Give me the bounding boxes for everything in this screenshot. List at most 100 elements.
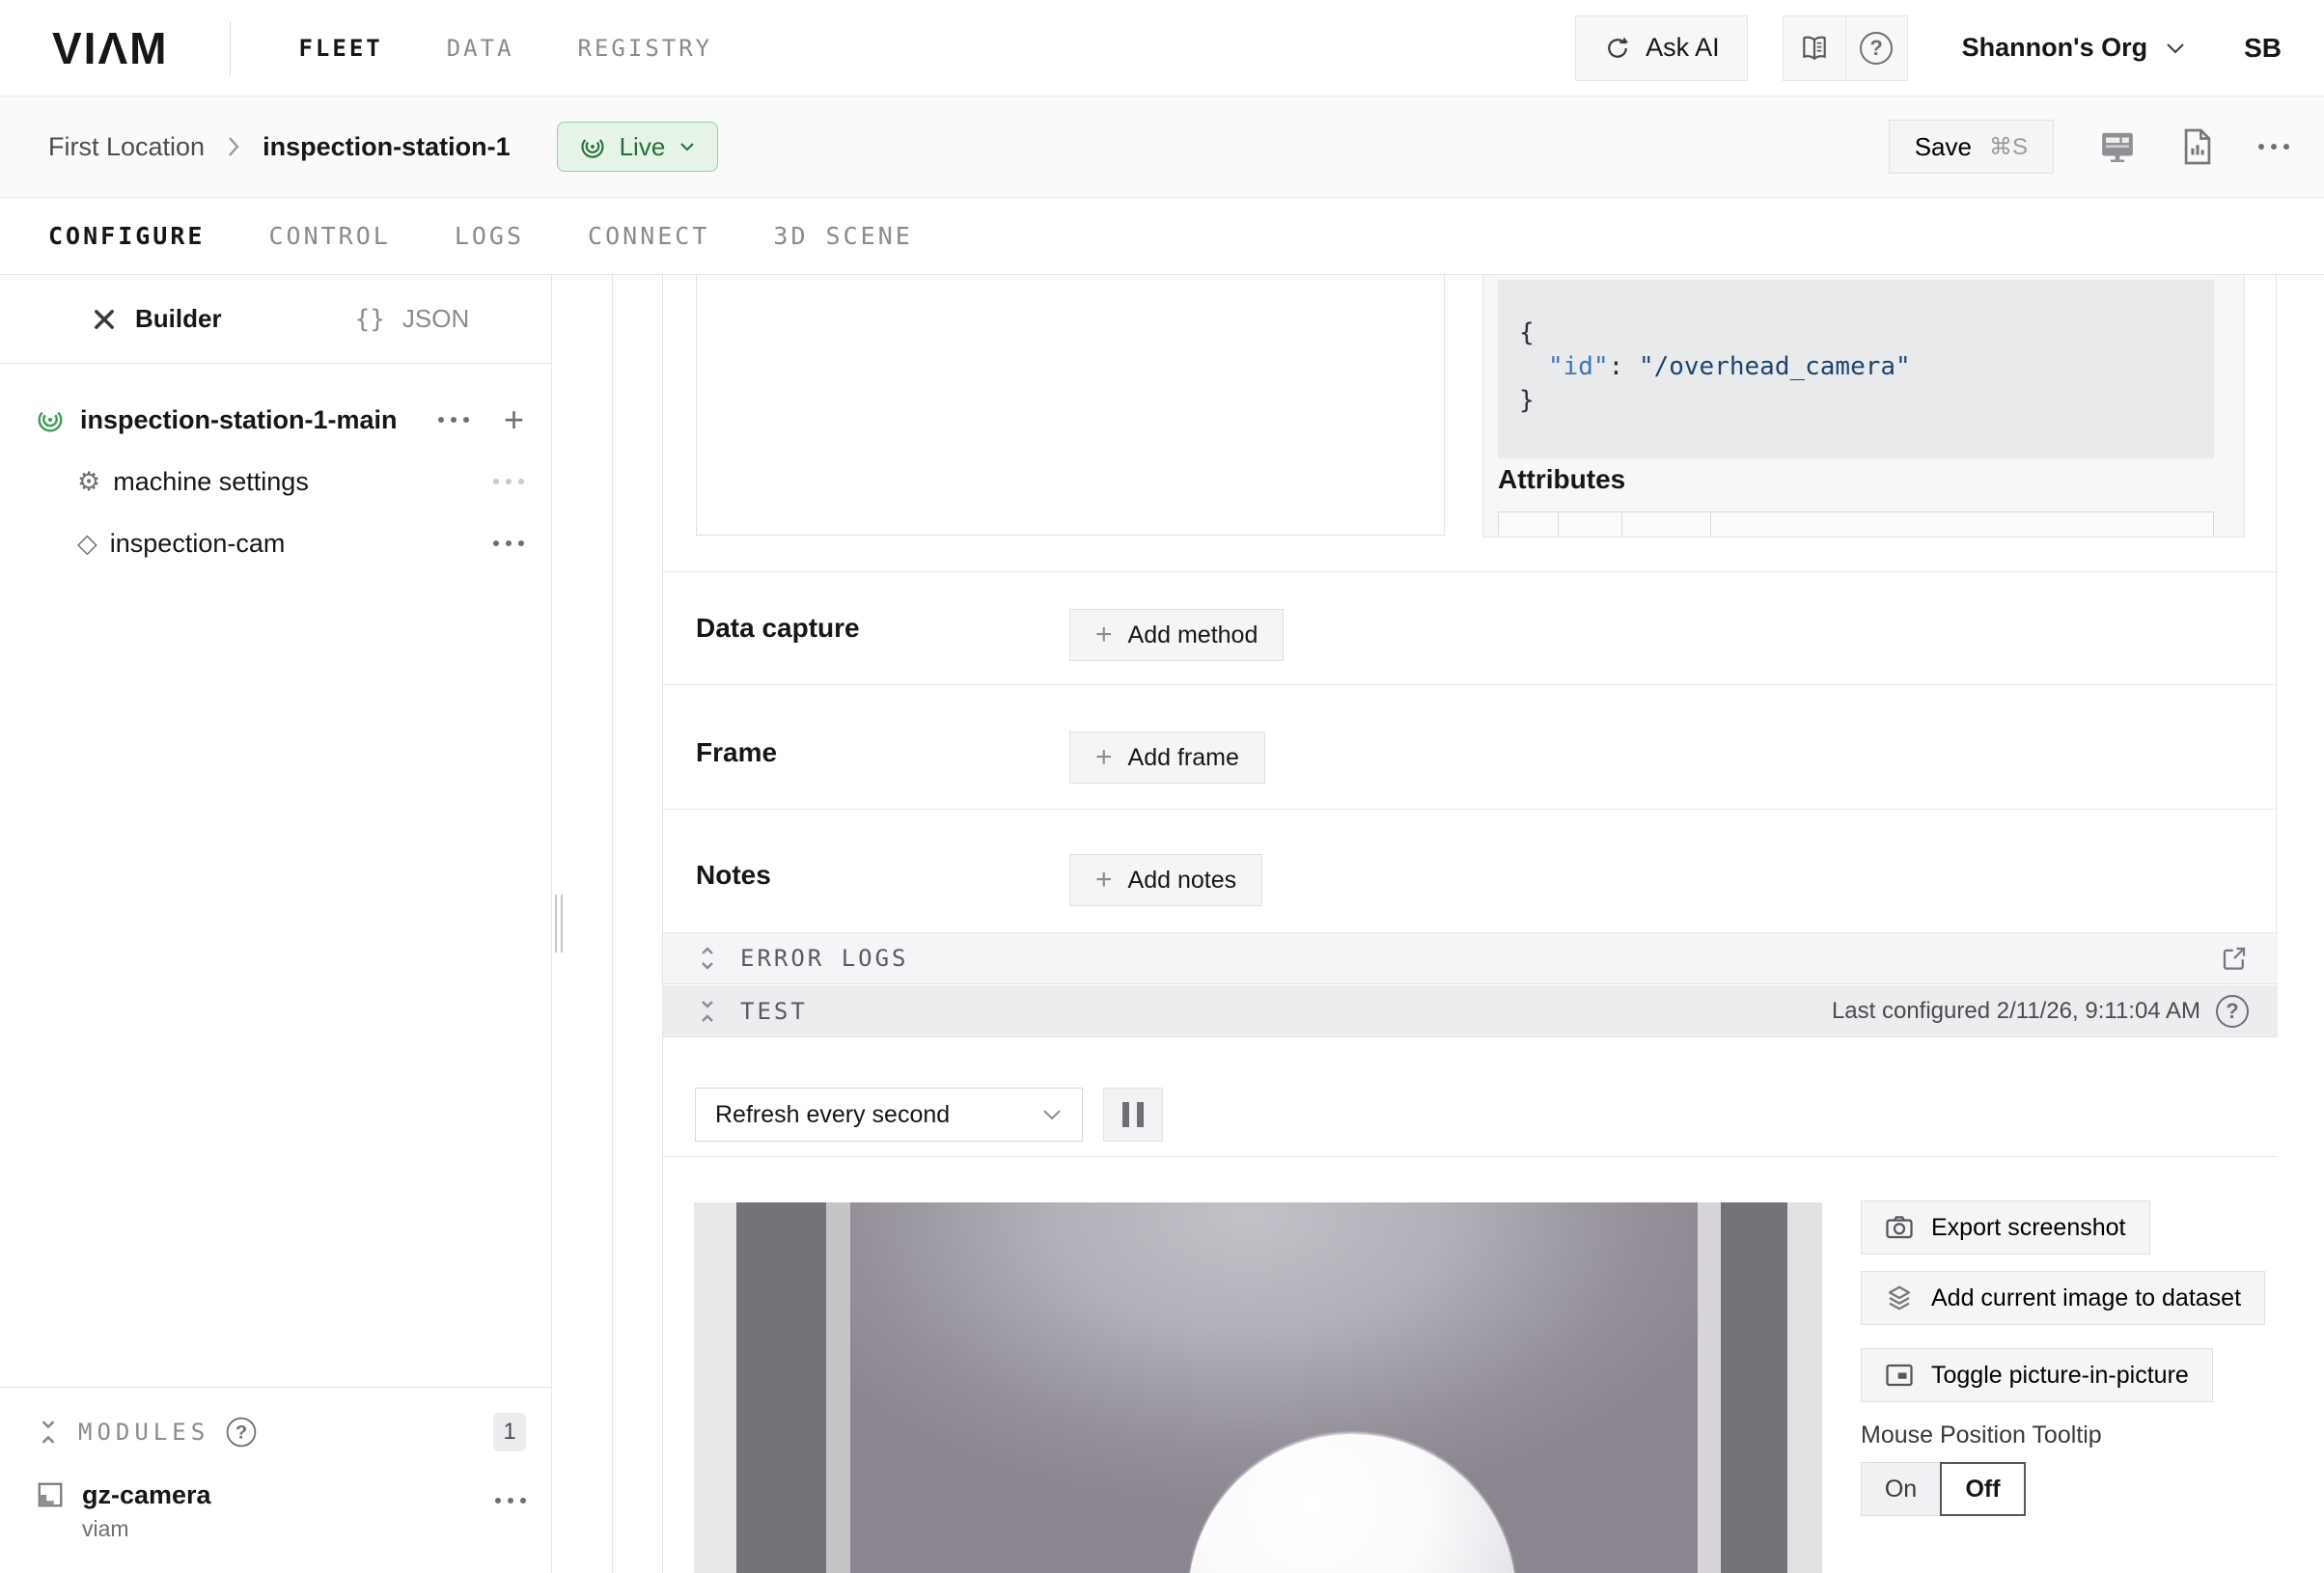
component-json-panel: { "id": "/overhead_camera" } Attributes	[1482, 275, 2245, 538]
breadcrumb-chevron-icon	[226, 134, 241, 159]
plus-icon: +	[1095, 743, 1113, 772]
nav-right-group: Ask AI ? Shannon's Org SB	[1575, 15, 2282, 81]
org-switcher[interactable]: Shannon's Org	[1962, 33, 2186, 63]
modules-count-badge: 1	[493, 1413, 526, 1451]
cam-edge-left	[694, 1202, 736, 1573]
add-method-button[interactable]: + Add method	[1069, 609, 1284, 661]
test-bar[interactable]: TEST Last configured 2/11/26, 9:11:04 AM…	[663, 985, 2278, 1037]
test-help-icon[interactable]: ?	[2216, 995, 2249, 1028]
pause-refresh-button[interactable]	[1103, 1088, 1163, 1142]
machine-header-actions: Save ⌘S	[1889, 120, 2289, 174]
save-shortcut: ⌘S	[1989, 133, 2028, 161]
component-notes-editor[interactable]	[696, 275, 1445, 536]
section-data-capture: Data capture + Add method	[663, 571, 2278, 684]
tree-item-machine-settings[interactable]: ⚙ machine settings	[0, 456, 551, 507]
tree-item-label: machine settings	[113, 467, 309, 497]
tab-connect[interactable]: CONNECT	[588, 222, 709, 250]
ask-ai-label: Ask AI	[1646, 33, 1720, 63]
add-frame-label: Add frame	[1128, 744, 1239, 772]
module-item-gz-camera[interactable]: gz-camera viam	[0, 1451, 551, 1542]
code-line: }	[1519, 384, 2214, 418]
toggle-pip-label: Toggle picture-in-picture	[1931, 1362, 2189, 1390]
tab-control[interactable]: CONTROL	[268, 222, 390, 250]
tree-item-inspection-cam[interactable]: ◇ inspection-cam	[0, 518, 551, 568]
builder-mode-button[interactable]: Builder	[91, 304, 222, 334]
module-org: viam	[82, 1516, 211, 1542]
add-image-to-dataset-button[interactable]: Add current image to dataset	[1861, 1271, 2265, 1325]
toggle-on-button[interactable]: On	[1861, 1462, 1941, 1516]
nav-item-fleet[interactable]: FLEET	[298, 35, 382, 62]
machine-report-button[interactable]	[2181, 126, 2214, 167]
gear-icon: ⚙	[77, 469, 100, 495]
tree-item-menu-icon[interactable]	[493, 540, 524, 546]
document-chart-icon	[2181, 126, 2214, 167]
cam-red-post-base	[826, 1202, 850, 1573]
nav-divider	[230, 21, 231, 75]
attributes-table	[1498, 511, 2214, 538]
nav-item-data[interactable]: DATA	[447, 35, 514, 62]
test-section-content: Refresh every second	[663, 1037, 2278, 1573]
collapse-icon[interactable]	[36, 1417, 61, 1448]
chevron-down-icon	[1041, 1108, 1063, 1121]
builder-label: Builder	[135, 304, 222, 334]
tree-item-menu-icon[interactable]	[493, 479, 524, 484]
toggle-pip-button[interactable]: Toggle picture-in-picture	[1861, 1348, 2213, 1402]
modules-help-icon[interactable]: ?	[227, 1418, 257, 1448]
tab-configure[interactable]: CONFIGURE	[48, 222, 205, 250]
add-image-to-dataset-label: Add current image to dataset	[1931, 1284, 2241, 1312]
export-screenshot-button[interactable]: Export screenshot	[1861, 1200, 2150, 1255]
json-brace-icon: {}	[355, 305, 385, 334]
json-mode-button[interactable]: {} JSON	[355, 304, 470, 334]
docs-button[interactable]	[1784, 16, 1845, 80]
save-button[interactable]: Save ⌘S	[1889, 120, 2054, 174]
viam-logo: VIΛM	[52, 22, 168, 74]
component-diamond-icon: ◇	[77, 531, 97, 557]
modules-header: MODULES ? 1	[0, 1388, 551, 1451]
builder-tools-icon	[91, 306, 118, 333]
help-button[interactable]: ?	[1845, 16, 1907, 80]
section-notes: Notes + Add notes	[663, 809, 2278, 932]
component-json-code[interactable]: { "id": "/overhead_camera" }	[1498, 280, 2214, 458]
module-icon	[36, 1480, 65, 1509]
toggle-off-button[interactable]: Off	[1940, 1462, 2026, 1516]
collapse-icon	[696, 997, 719, 1026]
cam-edge-right	[1787, 1202, 1822, 1573]
panel-resize-handle[interactable]	[555, 895, 563, 952]
breadcrumb-machine-name: inspection-station-1	[263, 132, 511, 162]
tree-item-menu-icon[interactable]	[438, 417, 469, 423]
pause-icon	[1122, 1102, 1129, 1127]
section-title: Frame	[696, 737, 777, 768]
add-frame-button[interactable]: + Add frame	[1069, 731, 1265, 784]
tab-logs[interactable]: LOGS	[455, 222, 524, 250]
panel-divider	[612, 275, 613, 1573]
nav-item-registry[interactable]: REGISTRY	[578, 35, 713, 62]
expand-icon	[696, 944, 719, 973]
refresh-rate-select[interactable]: Refresh every second	[695, 1088, 1083, 1142]
code-line: "id": "/overhead_camera"	[1519, 350, 2214, 384]
breadcrumb-location[interactable]: First Location	[48, 132, 205, 162]
desktop-view-button[interactable]	[2098, 128, 2137, 165]
module-menu-icon[interactable]	[495, 1498, 526, 1504]
machine-part-online-icon	[36, 405, 65, 434]
tree-item-label: inspection-station-1-main	[80, 405, 398, 435]
machine-tabs: CONFIGURE CONTROL LOGS CONNECT 3D SCENE	[0, 198, 2324, 275]
tree-item-machine-main[interactable]: inspection-station-1-main +	[0, 395, 551, 445]
machine-status-badge[interactable]: Live	[557, 122, 719, 172]
error-logs-bar[interactable]: ERROR LOGS	[663, 932, 2278, 984]
tree-item-label: inspection-cam	[110, 529, 286, 559]
add-component-icon[interactable]: +	[504, 402, 524, 437]
avatar[interactable]: SB	[2244, 33, 2282, 64]
ask-ai-button[interactable]: Ask AI	[1575, 15, 1748, 81]
tab-3d-scene[interactable]: 3D SCENE	[773, 222, 912, 250]
camera-icon	[1885, 1214, 1914, 1241]
modules-panel: MODULES ? 1 gz-camera viam	[0, 1387, 551, 1573]
add-notes-button[interactable]: + Add notes	[1069, 854, 1262, 906]
cam-stripe-right	[1698, 1202, 1721, 1573]
open-in-new-icon[interactable]	[2220, 944, 2249, 973]
mouse-position-tooltip-label: Mouse Position Tooltip	[1861, 1421, 2102, 1449]
cam-wall-left	[736, 1202, 826, 1573]
section-title: Data capture	[696, 613, 860, 644]
chevron-down-icon	[2165, 41, 2186, 55]
more-options-button[interactable]	[2258, 144, 2289, 150]
ellipsis-icon	[2258, 144, 2289, 150]
